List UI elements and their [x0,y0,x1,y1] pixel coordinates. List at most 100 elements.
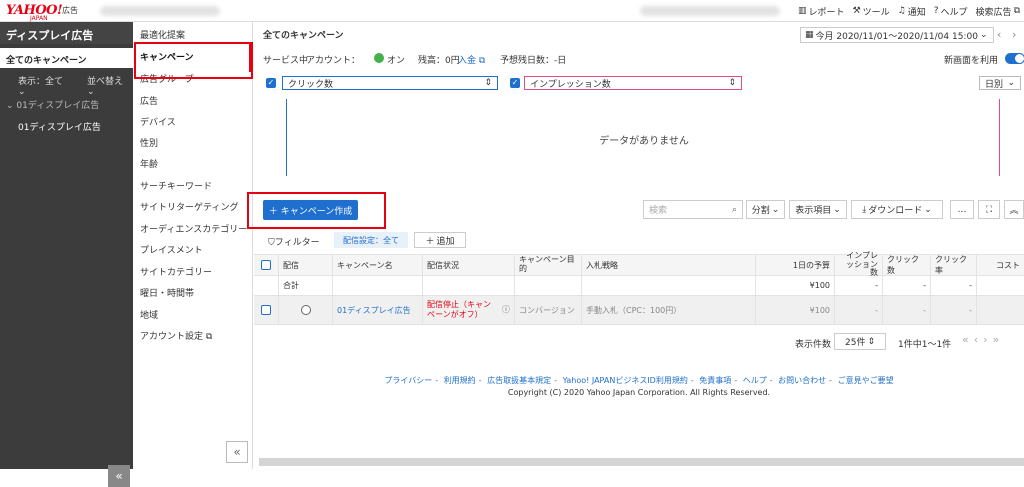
sidebar-collapse-button[interactable]: « [108,465,130,487]
header-delivery-status[interactable]: 配信状況 [423,255,515,275]
next-period-button[interactable]: › [1012,28,1016,41]
footer-link-feedback[interactable]: ご意見やご要望 [838,376,894,385]
nav-item-site-retargeting[interactable]: サイトリターゲティング [140,200,238,213]
total-empty-cell [515,276,582,295]
download-icon: ⤓ [862,204,867,215]
report-link[interactable]: ▥ レポート [798,5,845,18]
account-settings-label: アカウント設定 [140,332,204,342]
footer-link-help[interactable]: ヘルプ [743,376,767,385]
help-label: ヘルプ [940,7,968,18]
chevron-down-icon: ⌄ [833,204,841,215]
notification-link[interactable]: ♫ 通知 [898,5,926,18]
rows-per-page-select[interactable]: 25件 ⇕ [834,333,886,350]
yahoo-logo[interactable]: YAHOO! JAPAN 広告 [6,3,86,22]
tool-link[interactable]: ⚒ ツール [853,5,890,18]
active-indicator [249,44,252,72]
filter-label: フィルター [274,238,320,248]
nav-item-optimization[interactable]: 最適化提案 [140,28,185,41]
metric2-checkbox[interactable]: ✓ [510,78,520,88]
header-delivery[interactable]: 配信 [279,255,333,275]
footer-link-terms[interactable]: 利用規約 [444,376,476,385]
page-title: 全てのキャンペーン [263,31,344,41]
footer-link-contact[interactable]: お問い合わせ [778,376,826,385]
metric1-checkbox[interactable]: ✓ [266,78,276,88]
external-link-icon: ⧉ [478,56,486,66]
more-button[interactable]: … [950,200,974,219]
nav-item-placement[interactable]: プレイスメント [140,243,203,256]
columns-button[interactable]: 表示項目 ⌄ [789,200,847,219]
delivery-status-text: 配信停止（キャンペーンがオフ） [427,300,491,319]
updown-icon: ⇕ [484,78,492,88]
metric2-select[interactable]: インプレッション数 ⇕ [524,76,742,90]
prev-period-button[interactable]: ‹ [997,28,1001,41]
nav-item-ad[interactable]: 広告 [140,94,158,107]
delivery-radio[interactable] [300,305,311,315]
header-ctr[interactable]: クリック率 [931,255,977,275]
sidebar-campaign-item[interactable]: 01ディスプレイ広告 [18,120,101,133]
filter-tag[interactable]: 配信設定：全て [334,232,408,248]
nav-item-age[interactable]: 年齢 [140,157,158,170]
fullscreen-icon[interactable]: ⛶ [978,200,1000,219]
columns-label: 表示項目 [795,206,832,216]
footer-link-business-id[interactable]: Yahoo! JAPANビジネスID利用規約 [563,376,688,385]
chart-area: データがありません [286,99,1000,176]
deposit-link[interactable]: 入金 ⧉ [458,53,485,66]
filter-button[interactable]: ⛉フィルター [268,235,320,248]
add-filter-button[interactable]: ＋追加 [414,232,466,248]
header-bidding[interactable]: 入札戦略 [582,255,756,275]
sort-dropdown[interactable]: 並べ替え ⌄ [87,74,133,97]
highlight-create-button [247,192,386,229]
pagination-controls[interactable]: «‹›» [962,333,1004,346]
header-objective[interactable]: キャンペーン目的 [515,255,582,275]
nav-item-gender[interactable]: 性別 [140,136,158,149]
help-link[interactable]: ? ヘルプ [934,5,968,18]
status-dot-icon [374,53,384,63]
split-label: 分割 [751,206,770,216]
row-checkbox[interactable] [261,305,271,315]
header-campaign-name[interactable]: キャンペーン名 [333,255,423,275]
table-row[interactable]: 01ディスプレイ広告 配信停止（キャンペーンがオフ） ⓘ コンバージョン 手動入札… [254,296,1024,325]
header-clicks[interactable]: クリック数 [883,255,931,275]
nav-item-day-time[interactable]: 曜日・時間帯 [140,286,194,299]
search-placeholder: 検索 [649,206,668,216]
account-label: アカウント： [306,56,361,66]
split-button[interactable]: 分割 ⌄ [746,200,785,219]
display-filter-dropdown[interactable]: 表示：全て ⌄ [18,74,73,97]
external-link-icon: ⧉ [1013,6,1020,16]
header-impressions[interactable]: インプレッション数 [835,251,883,277]
nav-item-device[interactable]: デバイス [140,115,176,128]
download-button[interactable]: ⤓ ダウンロード ⌄ [851,200,943,219]
nav-item-site-category[interactable]: サイトカテゴリー [140,265,212,278]
footer-link-disclaimer[interactable]: 免責事項 [699,376,731,385]
nav-collapse-button[interactable]: « [226,441,248,463]
period-select[interactable]: 日別 ⌄ [979,76,1021,90]
all-campaigns-item[interactable]: 全てのキャンペーン [0,48,133,68]
new-screen-toggle[interactable] [1005,53,1024,64]
nav-item-account-settings[interactable]: アカウント設定 ⧉ [140,329,212,342]
total-clicks: - [883,276,931,295]
metric1-select[interactable]: クリック数 ⇕ [282,76,498,90]
search-ads-link[interactable]: 検索広告 ⧉ [976,5,1020,18]
table-total-row: 合計 ¥100 - - - [254,276,1024,296]
info-icon[interactable]: ⓘ [502,305,510,315]
metric2-label: インプレッション数 [530,79,611,90]
campaign-group[interactable]: ⌄ 01ディスプレイ広告 [6,98,99,111]
search-input[interactable]: 検索 ⌕ [643,200,743,219]
nav-item-search-keyword[interactable]: サーチキーワード [140,179,212,192]
chevron-down-icon: ⌄ [6,101,14,111]
footer-link-ad-rules[interactable]: 広告取扱基本規定 [487,376,551,385]
select-all-checkbox[interactable] [261,260,271,270]
footer-links: プライバシー - 利用規約 - 広告取扱基本規定 - Yahoo! JAPANビジネス… [384,376,894,385]
collapse-up-icon[interactable]: ︽ [1004,200,1024,219]
header-daily-budget[interactable]: 1日の予算 [756,255,835,275]
horizontal-scrollbar[interactable] [259,458,1024,466]
nav-item-region[interactable]: 地域 [140,308,158,321]
date-range-picker[interactable]: ▦ 今月 2020/11/01〜2020/11/04 15:00 ⌄ [800,27,994,43]
footer-link-privacy[interactable]: プライバシー [384,376,432,385]
campaign-name-link[interactable]: 01ディスプレイ広告 [333,296,423,324]
header-cost[interactable]: コスト [977,255,1024,275]
campaign-group-label: 01ディスプレイ広告 [16,101,100,111]
nav-item-audience-category[interactable]: オーディエンスカテゴリー [140,222,247,235]
metric1-label: クリック数 [288,79,334,90]
clicks-cell: - [883,296,931,324]
